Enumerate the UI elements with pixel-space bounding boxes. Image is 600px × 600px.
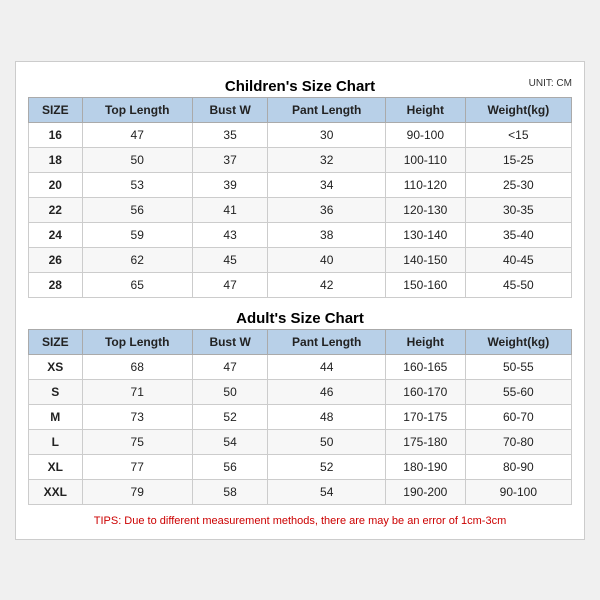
table-row: M735248170-17560-70: [29, 404, 572, 429]
children-col-size: SIZE: [29, 97, 83, 122]
children-col-top-length: Top Length: [82, 97, 192, 122]
adults-size-table: SIZE Top Length Bust W Pant Length Heigh…: [28, 329, 572, 505]
children-col-pant-length: Pant Length: [268, 97, 386, 122]
adults-col-weight: Weight(kg): [465, 329, 571, 354]
children-header-row: SIZE Top Length Bust W Pant Length Heigh…: [29, 97, 572, 122]
adults-col-bust-w: Bust W: [192, 329, 268, 354]
unit-label: UNIT: CM: [529, 78, 572, 89]
children-section-title: Children's Size Chart UNIT: CM: [28, 72, 572, 97]
children-size-table: SIZE Top Length Bust W Pant Length Heigh…: [28, 97, 572, 298]
size-chart-container: Children's Size Chart UNIT: CM SIZE Top …: [15, 61, 585, 540]
table-row: 22564136120-13030-35: [29, 197, 572, 222]
tips-text: TIPS: Due to different measurement metho…: [28, 509, 572, 527]
table-row: XL775652180-19080-90: [29, 454, 572, 479]
table-row: 1647353090-100<15: [29, 122, 572, 147]
children-col-weight: Weight(kg): [465, 97, 571, 122]
adults-col-pant-length: Pant Length: [268, 329, 386, 354]
table-row: 28654742150-16045-50: [29, 272, 572, 297]
children-title-text: Children's Size Chart: [225, 78, 375, 95]
table-row: S715046160-17055-60: [29, 379, 572, 404]
children-col-bust-w: Bust W: [192, 97, 268, 122]
adults-title-text: Adult's Size Chart: [236, 310, 364, 327]
children-col-height: Height: [386, 97, 466, 122]
table-row: 18503732100-11015-25: [29, 147, 572, 172]
table-row: XXL795854190-20090-100: [29, 479, 572, 504]
table-row: L755450175-18070-80: [29, 429, 572, 454]
table-row: 24594338130-14035-40: [29, 222, 572, 247]
adults-col-top-length: Top Length: [82, 329, 192, 354]
table-row: 20533934110-12025-30: [29, 172, 572, 197]
adults-col-height: Height: [386, 329, 466, 354]
adults-header-row: SIZE Top Length Bust W Pant Length Heigh…: [29, 329, 572, 354]
adults-section-title: Adult's Size Chart: [28, 304, 572, 329]
adults-col-size: SIZE: [29, 329, 83, 354]
table-row: 26624540140-15040-45: [29, 247, 572, 272]
table-row: XS684744160-16550-55: [29, 354, 572, 379]
